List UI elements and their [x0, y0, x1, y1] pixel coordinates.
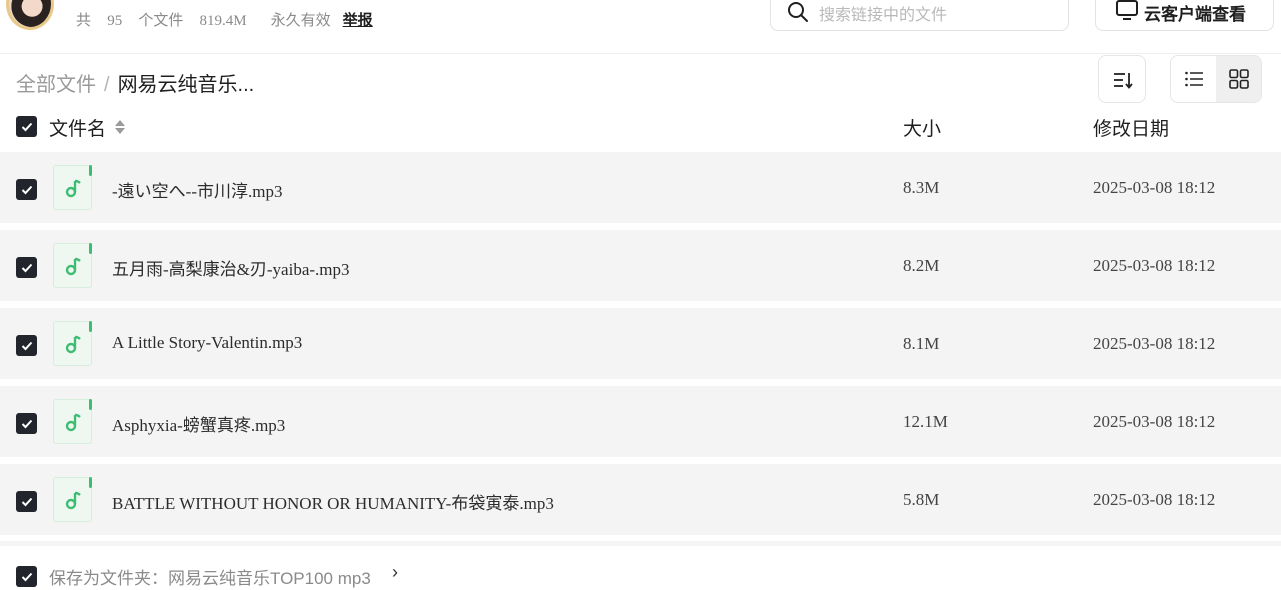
file-name[interactable]: -遠い空へ--市川淳.mp3: [112, 177, 282, 202]
table-row[interactable]: Asphyxia-螃蟹真疼.mp3 12.1M 2025-03-08 18:12: [0, 386, 1281, 457]
column-header-date: 修改日期: [1093, 119, 1170, 140]
row-checkbox[interactable]: [16, 413, 37, 434]
table-row[interactable]: BATTLE WITHOUT HONOR OR HUMANITY-布袋寅泰.mp…: [0, 464, 1281, 535]
grid-view-button[interactable]: [1216, 56, 1261, 102]
header-divider: [0, 53, 1281, 54]
check-icon: [21, 497, 32, 506]
file-date: 2025-03-08 18:12: [1093, 490, 1216, 509]
save-as-folder-label[interactable]: 保存为文件夹：网易云纯音乐TOP100 mp3: [49, 564, 371, 589]
search-input[interactable]: 搜索链接中的文件: [819, 1, 947, 25]
monitor-icon: [1116, 0, 1138, 21]
report-link[interactable]: 举报: [343, 12, 373, 29]
view-toggle: [1170, 55, 1262, 103]
file-size: 8.3M: [903, 178, 940, 197]
table-row[interactable]: 五月雨-高梨康治&刃-yaiba-.mp3 8.2M 2025-03-08 18…: [0, 230, 1281, 301]
validity-text: 永久有效: [270, 12, 331, 29]
file-size: 8.1M: [903, 334, 940, 353]
file-name[interactable]: BATTLE WITHOUT HONOR OR HUMANITY-布袋寅泰.mp…: [112, 489, 554, 514]
column-header-size: 大小: [903, 119, 942, 140]
check-icon: [21, 419, 32, 428]
check-icon: [21, 122, 32, 131]
file-name[interactable]: Asphyxia-螃蟹真疼.mp3: [112, 411, 285, 436]
file-date: 2025-03-08 18:12: [1093, 178, 1216, 197]
breadcrumb: 全部文件 / 网易云纯音乐...: [16, 68, 254, 97]
file-name[interactable]: A Little Story-Valentin.mp3: [112, 333, 302, 353]
row-checkbox[interactable]: [16, 491, 37, 512]
sort-button[interactable]: [1098, 55, 1146, 103]
sort-icon: [1114, 73, 1133, 89]
check-icon: [21, 572, 32, 581]
list-view-icon: [1185, 71, 1203, 87]
open-client-button[interactable]: 云客户端查看: [1095, 0, 1274, 31]
file-size: 5.8M: [903, 490, 940, 509]
row-checkbox[interactable]: [16, 179, 37, 200]
open-client-label: 云客户端查看: [1144, 5, 1246, 24]
check-icon: [21, 341, 32, 350]
music-file-icon: [53, 399, 92, 444]
list-view-button[interactable]: [1171, 56, 1216, 102]
search-icon: [787, 1, 809, 23]
file-date: 2025-03-08 18:12: [1093, 334, 1216, 353]
avatar[interactable]: [6, 0, 54, 30]
table-row[interactable]: -遠い空へ--市川淳.mp3 8.3M 2025-03-08 18:12: [0, 152, 1281, 223]
breadcrumb-separator: /: [104, 74, 110, 96]
music-file-icon: [53, 165, 92, 210]
select-all-checkbox[interactable]: [16, 116, 37, 137]
music-file-icon: [53, 477, 92, 522]
music-file-icon: [53, 243, 92, 288]
search-box[interactable]: 搜索链接中的文件: [770, 0, 1069, 31]
row-checkbox[interactable]: [16, 335, 37, 356]
breadcrumb-root[interactable]: 全部文件: [16, 74, 96, 96]
file-name[interactable]: 五月雨-高梨康治&刃-yaiba-.mp3: [112, 255, 350, 280]
save-as-folder-checkbox[interactable]: [16, 566, 37, 587]
file-date: 2025-03-08 18:12: [1093, 412, 1216, 431]
grid-view-icon: [1229, 69, 1249, 89]
sort-toggle-icon[interactable]: [114, 118, 126, 136]
table-row[interactable]: A Little Story-Valentin.mp3 8.1M 2025-03…: [0, 308, 1281, 379]
next-row-edge: [0, 541, 1281, 546]
chevron-right-icon[interactable]: ›: [392, 562, 398, 583]
music-file-icon: [53, 321, 92, 366]
file-date: 2025-03-08 18:12: [1093, 256, 1216, 275]
file-size: 12.1M: [903, 412, 948, 431]
file-size: 8.2M: [903, 256, 940, 275]
column-header-name[interactable]: 文件名: [49, 114, 106, 141]
breadcrumb-current: 网易云纯音乐...: [117, 74, 255, 96]
check-icon: [21, 263, 32, 272]
row-checkbox[interactable]: [16, 257, 37, 278]
check-icon: [21, 185, 32, 194]
share-meta: 共 95 个文件 819.4M 永久有效 举报: [76, 9, 385, 30]
file-count: 共 95 个文件 819.4M: [76, 12, 247, 29]
